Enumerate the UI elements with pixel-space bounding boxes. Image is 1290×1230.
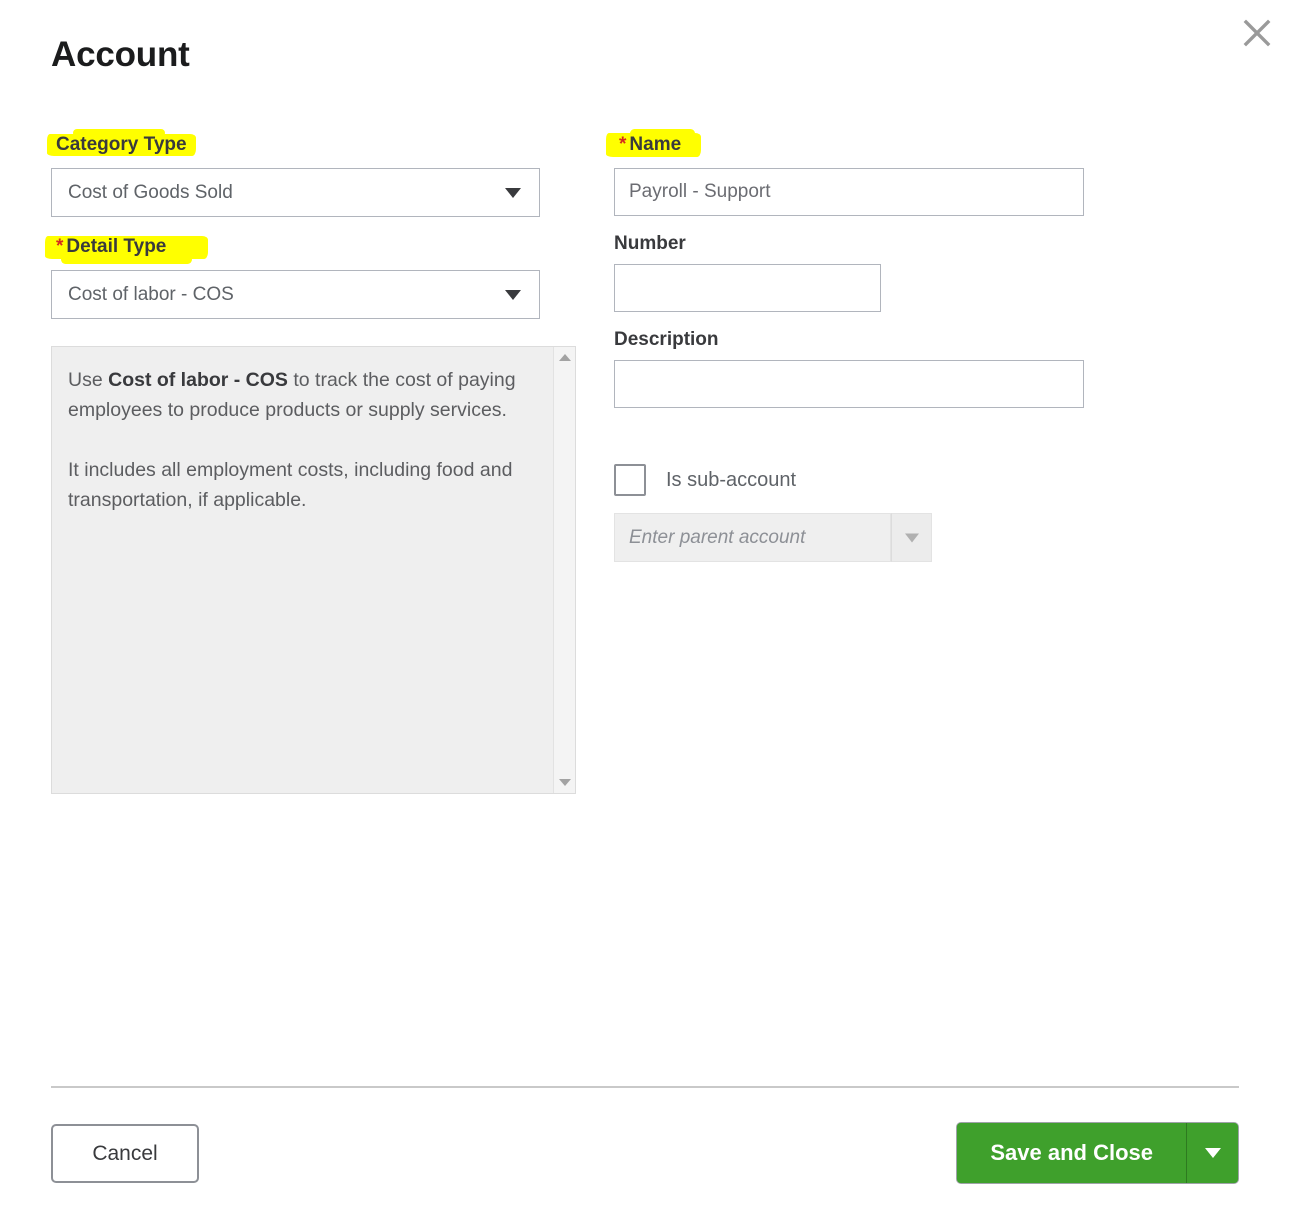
- detail-type-select[interactable]: Cost of labor - COS: [51, 270, 540, 319]
- name-label-copy: Name: [629, 134, 682, 155]
- name-field-group: * Name: [605, 129, 1094, 216]
- cancel-button[interactable]: Cancel: [51, 1124, 199, 1183]
- description-label: Description: [614, 329, 719, 350]
- left-column: Category Type Cost of Goods Sold * Detail…: [44, 129, 591, 794]
- name-label: * Name: [605, 129, 702, 157]
- required-asterisk: *: [56, 236, 64, 257]
- required-asterisk: *: [619, 134, 627, 155]
- detail-type-select-value[interactable]: Cost of labor - COS: [51, 270, 540, 319]
- description-input[interactable]: [614, 360, 1084, 408]
- category-type-field-group: Category Type Cost of Goods Sold: [47, 129, 591, 217]
- category-type-select[interactable]: Cost of Goods Sold: [51, 168, 540, 217]
- number-field-group: Number: [614, 234, 1094, 312]
- detail-type-info-text: Use Cost of labor - COS to track the cos…: [52, 347, 576, 515]
- is-sub-account-row: Is sub-account: [614, 464, 1094, 496]
- detail-type-label-copy: Detail Type: [66, 236, 167, 257]
- save-options-dropdown-button[interactable]: [1186, 1123, 1238, 1183]
- scroll-up-arrow-icon[interactable]: [558, 354, 571, 361]
- info-p1-bold: Cost of labor - COS: [108, 369, 288, 391]
- info-p1-pre: Use: [68, 369, 109, 391]
- info-paragraph-2: It includes all employment costs, includ…: [68, 459, 513, 511]
- save-button-group: Save and Close: [956, 1122, 1239, 1184]
- is-sub-account-label: Is sub-account: [666, 468, 797, 491]
- name-input[interactable]: [614, 168, 1084, 216]
- save-and-close-button[interactable]: Save and Close: [957, 1123, 1186, 1183]
- category-type-label: Category Type: [47, 129, 196, 157]
- parent-account-input[interactable]: [614, 513, 891, 562]
- description-field-group: Description: [614, 330, 1094, 408]
- parent-account-dropdown-button[interactable]: [891, 513, 932, 562]
- parent-account-field[interactable]: [614, 513, 932, 562]
- number-input[interactable]: [614, 264, 881, 312]
- page-title: Account: [51, 35, 190, 74]
- category-type-label-text: Category Type: [47, 129, 196, 157]
- category-type-select-value[interactable]: Cost of Goods Sold: [51, 168, 540, 217]
- close-dialog-button[interactable]: [1236, 12, 1278, 54]
- detail-type-info-panel: Use Cost of labor - COS to track the cos…: [51, 346, 576, 794]
- info-paragraph-1: Use Cost of labor - COS to track the cos…: [68, 365, 546, 425]
- info-panel-scrollbar[interactable]: [553, 347, 576, 793]
- detail-type-field-group: * Detail Type Cost of labor - COS: [44, 235, 591, 319]
- name-label-text: * Name: [605, 129, 702, 157]
- detail-type-label-text: * Detail Type: [44, 235, 209, 264]
- right-column: *Name Number Description Is sub-account: [605, 129, 1094, 562]
- close-icon: [1241, 17, 1273, 49]
- detail-type-label: * Detail Type: [44, 235, 209, 264]
- number-label: Number: [614, 233, 686, 254]
- is-sub-account-checkbox[interactable]: [614, 464, 646, 496]
- footer-divider: [51, 1086, 1239, 1088]
- scroll-down-arrow-icon[interactable]: [558, 779, 571, 786]
